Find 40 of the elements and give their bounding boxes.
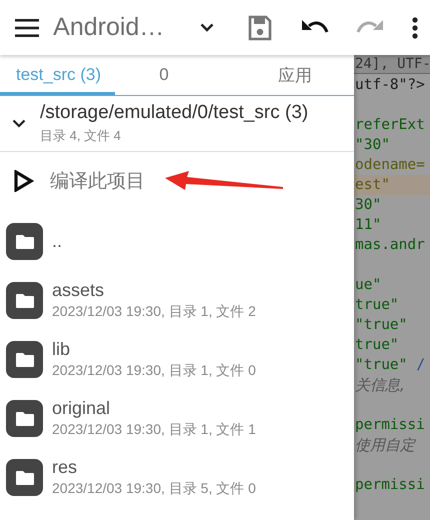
folder-path: /storage/emulated/0/test_src (3) xyxy=(40,102,308,124)
folder-icon xyxy=(6,341,43,378)
code-text: permissi xyxy=(355,417,425,433)
file-name[interactable]: assets xyxy=(52,280,256,301)
folder-summary: 目录 4, 文件 4 xyxy=(40,127,122,145)
code-text: 11" xyxy=(355,217,382,233)
code-text: ue" xyxy=(355,277,382,293)
code-text: mas.andr xyxy=(355,237,425,253)
file-name[interactable]: lib xyxy=(52,339,256,360)
code-text: odename= xyxy=(355,157,425,173)
build-project-label[interactable]: 编译此项目 xyxy=(50,168,145,194)
code-text: true" xyxy=(355,337,399,353)
tab[interactable]: 应用 xyxy=(213,55,354,95)
folder-icon xyxy=(6,459,43,496)
tab[interactable]: 0 xyxy=(114,55,214,95)
code-text: 30" xyxy=(355,197,382,213)
folder-icon xyxy=(6,282,43,319)
file-details: 2023/12/03 19:30, 目录 5, 文件 0 xyxy=(52,480,256,498)
code-text: "true" xyxy=(355,317,408,333)
code-text: est" xyxy=(355,177,390,193)
code-text: 使用自定 xyxy=(355,436,415,454)
code-text: utf-8"?> xyxy=(355,77,425,93)
folder-icon xyxy=(6,223,43,260)
file-details: 2023/12/03 19:30, 目录 1, 文件 2 xyxy=(52,303,256,321)
file-details: 2023/12/03 19:30, 目录 1, 文件 0 xyxy=(52,362,256,380)
code-text: permissi xyxy=(355,477,425,493)
editor-header: 24], UTF- xyxy=(354,55,430,74)
file-name[interactable]: res xyxy=(52,457,256,478)
toolbar-title: Android… xyxy=(53,13,164,42)
code-text: "30" xyxy=(355,137,390,153)
code-text: 关信息, xyxy=(355,376,405,394)
code-text: "true" xyxy=(355,357,408,373)
folder-icon xyxy=(6,400,43,437)
code-text: / xyxy=(416,357,426,373)
code-text: referExt xyxy=(355,117,425,133)
file-name[interactable]: original xyxy=(52,398,256,419)
file-details: 2023/12/03 19:30, 目录 1, 文件 1 xyxy=(52,421,256,439)
code-text: true" xyxy=(355,297,399,313)
file-name[interactable]: .. xyxy=(52,231,62,252)
play-icon[interactable] xyxy=(14,170,34,192)
